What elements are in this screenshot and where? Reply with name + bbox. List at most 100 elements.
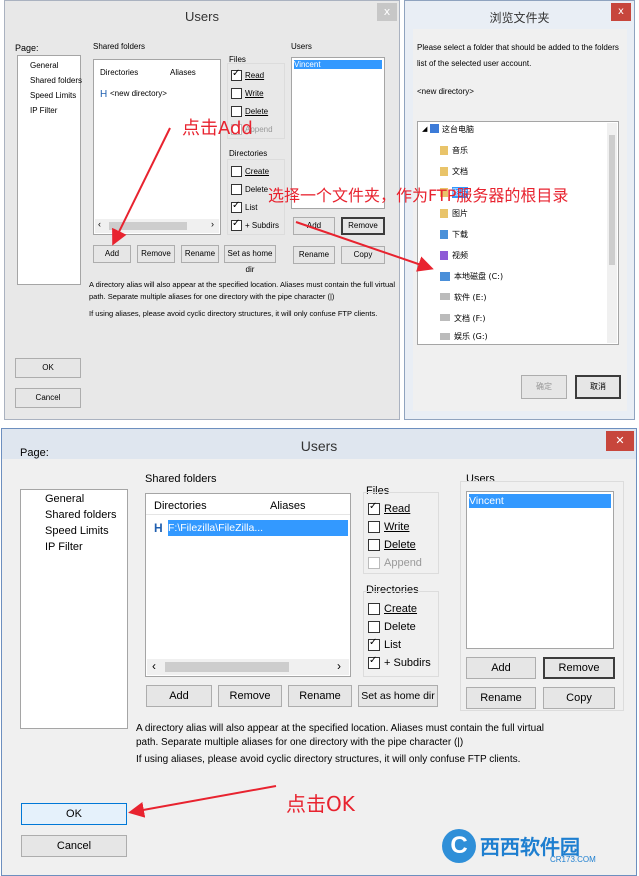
scroll-thumb[interactable] bbox=[165, 662, 289, 672]
append-checkbox[interactable] bbox=[368, 557, 380, 569]
page-shared-folders[interactable]: Shared folders bbox=[30, 76, 82, 85]
user-remove-button[interactable]: Remove bbox=[341, 217, 385, 235]
cancel-button[interactable]: Cancel bbox=[21, 835, 127, 857]
tree-videos[interactable]: 视频 bbox=[452, 250, 468, 261]
list-label: List bbox=[384, 639, 402, 651]
user-add-button[interactable]: Add bbox=[293, 217, 335, 235]
dir-delete-checkbox[interactable] bbox=[368, 621, 380, 633]
rename-button[interactable]: Rename bbox=[181, 245, 219, 263]
scroll-left-icon[interactable]: ‹ bbox=[152, 659, 156, 673]
ok-button[interactable]: OK bbox=[21, 803, 127, 825]
scroll-right-icon[interactable]: › bbox=[337, 659, 341, 673]
directory-row[interactable]: F:\Filezilla\FileZilla... bbox=[168, 520, 348, 536]
add-button[interactable]: Add bbox=[93, 245, 131, 263]
tree-vertical-scrollbar[interactable] bbox=[607, 123, 617, 343]
set-home-dir-button[interactable]: Set as home dir bbox=[224, 245, 276, 274]
alias-note-2: path. Separate multiple aliases for one … bbox=[136, 737, 464, 748]
remove-button[interactable]: Remove bbox=[137, 245, 175, 263]
annotation-click-ok: 点击OK bbox=[286, 792, 355, 816]
horizontal-scrollbar[interactable]: ‹ › bbox=[147, 659, 349, 675]
col-directories[interactable]: Directories bbox=[154, 500, 207, 512]
shared-folders-label: Shared folders bbox=[93, 42, 146, 51]
read-checkbox[interactable] bbox=[368, 501, 380, 515]
page-speed-limits[interactable]: Speed Limits bbox=[30, 91, 76, 100]
scroll-right-icon[interactable]: › bbox=[211, 219, 214, 229]
list-checkbox[interactable] bbox=[368, 637, 380, 651]
ok-button[interactable]: OK bbox=[15, 358, 81, 378]
browse-folder-dialog: 浏览文件夹 x Please select a folder that shou… bbox=[404, 0, 635, 420]
user-remove-button[interactable]: Remove bbox=[543, 657, 615, 679]
user-copy-button[interactable]: Copy bbox=[341, 246, 385, 264]
watermark-url: CR173.COM bbox=[550, 855, 596, 864]
dir-delete-label: Delete bbox=[384, 621, 416, 633]
subdirs-label: + Subdirs bbox=[384, 657, 431, 669]
col-aliases[interactable]: Aliases bbox=[170, 68, 196, 77]
create-checkbox[interactable] bbox=[368, 603, 380, 615]
tree-documents[interactable]: 文档 bbox=[452, 166, 468, 177]
user-add-button[interactable]: Add bbox=[466, 657, 536, 679]
rename-button[interactable]: Rename bbox=[288, 685, 352, 707]
row-marker: H bbox=[100, 89, 108, 100]
scroll-thumb[interactable] bbox=[109, 222, 187, 230]
scroll-left-icon[interactable]: ‹ bbox=[98, 219, 101, 229]
page-general[interactable]: General bbox=[30, 61, 58, 70]
tree-drive-g[interactable]: 娱乐 (G:) bbox=[454, 331, 488, 342]
page-tree: General Shared folders Speed Limits IP F… bbox=[17, 55, 82, 285]
set-home-dir-button[interactable]: Set as home dir bbox=[358, 685, 438, 707]
col-directories[interactable]: Directories bbox=[100, 68, 138, 77]
read-checkbox[interactable] bbox=[231, 68, 242, 81]
dialog-title: Users bbox=[185, 9, 219, 24]
browse-close-button[interactable]: x bbox=[611, 3, 631, 21]
subdirs-checkbox[interactable] bbox=[368, 655, 380, 669]
directories-label: Directories bbox=[229, 149, 268, 158]
user-rename-button[interactable]: Rename bbox=[466, 687, 536, 709]
alias-note-1: A directory alias will also appear at th… bbox=[136, 723, 544, 734]
subdirs-checkbox[interactable] bbox=[231, 218, 242, 231]
page-ip-filter[interactable]: IP Filter bbox=[30, 106, 57, 115]
write-checkbox[interactable] bbox=[231, 88, 242, 99]
watermark-c-icon: C bbox=[442, 829, 476, 863]
list-checkbox[interactable] bbox=[231, 200, 242, 213]
page-tree: General Shared folders Speed Limits IP F… bbox=[20, 489, 128, 729]
tree-drive-f[interactable]: 文档 (F:) bbox=[454, 313, 485, 324]
user-item-vincent[interactable]: Vincent bbox=[294, 60, 382, 69]
user-item-vincent[interactable]: Vincent bbox=[469, 494, 611, 508]
page-ip-filter[interactable]: IP Filter bbox=[45, 541, 83, 553]
tree-this-pc[interactable]: 这台电脑 bbox=[442, 124, 474, 135]
tree-music[interactable]: 音乐 bbox=[452, 145, 468, 156]
cancel-button[interactable]: Cancel bbox=[15, 388, 81, 408]
user-copy-button[interactable]: Copy bbox=[543, 687, 615, 709]
append-label: Append bbox=[384, 557, 422, 569]
alias-note-3: If using aliases, please avoid cyclic di… bbox=[89, 309, 378, 318]
drive-icon bbox=[440, 314, 450, 321]
page-general[interactable]: General bbox=[45, 493, 84, 505]
horizontal-scrollbar[interactable]: ‹ › bbox=[95, 219, 219, 233]
col-aliases[interactable]: Aliases bbox=[270, 500, 305, 512]
browse-ok-button[interactable]: 确定 bbox=[521, 375, 567, 399]
close-button[interactable]: x bbox=[377, 3, 397, 21]
tree-expand-icon[interactable]: ◢ bbox=[422, 125, 427, 133]
dir-delete-checkbox[interactable] bbox=[231, 184, 242, 195]
add-button[interactable]: Add bbox=[146, 685, 212, 707]
tree-drive-e[interactable]: 软件 (E:) bbox=[454, 292, 487, 303]
drive-icon bbox=[440, 293, 450, 300]
user-rename-button[interactable]: Rename bbox=[293, 246, 335, 264]
tree-downloads[interactable]: 下载 bbox=[452, 229, 468, 240]
remove-button[interactable]: Remove bbox=[218, 685, 282, 707]
browse-desc-1: Please select a folder that should be ad… bbox=[417, 43, 619, 52]
tree-scroll-thumb[interactable] bbox=[609, 135, 615, 265]
tree-pictures[interactable]: 图片 bbox=[452, 208, 468, 219]
write-checkbox[interactable] bbox=[368, 521, 380, 533]
bottom-close-button[interactable]: ✕ bbox=[606, 431, 634, 451]
users-label: Users bbox=[291, 42, 312, 51]
browse-body: Please select a folder that should be ad… bbox=[413, 29, 627, 411]
page-speed-limits[interactable]: Speed Limits bbox=[45, 525, 109, 537]
tree-drive-c[interactable]: 本地磁盘 (C:) bbox=[454, 271, 503, 282]
directory-row[interactable]: <new directory> bbox=[110, 89, 167, 98]
browse-cancel-button[interactable]: 取消 bbox=[575, 375, 621, 399]
page-shared-folders[interactable]: Shared folders bbox=[45, 509, 117, 521]
directories-list: Directories Aliases H <new directory> ‹ … bbox=[93, 59, 221, 235]
alias-note-1: A directory alias will also appear at th… bbox=[89, 280, 395, 289]
delete-checkbox[interactable] bbox=[368, 539, 380, 551]
create-checkbox[interactable] bbox=[231, 166, 242, 177]
